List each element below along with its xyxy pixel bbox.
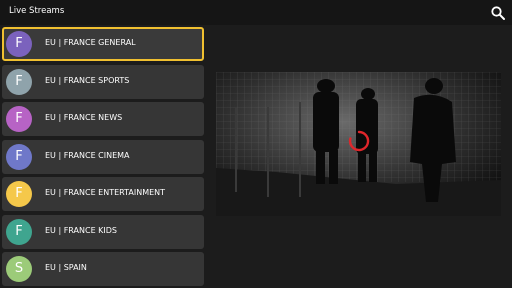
- channel-name: EU | FRANCE KIDS: [45, 226, 118, 235]
- video-player[interactable]: [216, 72, 501, 216]
- loading-spinner-icon: [348, 130, 370, 152]
- channel-name: EU | FRANCE GENERAL: [45, 38, 136, 47]
- channel-item[interactable]: F EU | FRANCE KIDS: [2, 215, 204, 249]
- channel-avatar: S: [6, 255, 32, 282]
- channel-item[interactable]: F EU | FRANCE NEWS: [2, 102, 204, 136]
- channel-item[interactable]: S EU | SPAIN: [2, 252, 204, 286]
- channel-avatar: F: [6, 218, 32, 245]
- channel-name: EU | FRANCE SPORTS: [45, 76, 130, 85]
- channel-item[interactable]: F EU | FRANCE ENTERTAINMENT: [2, 177, 204, 211]
- channel-avatar: F: [6, 30, 32, 57]
- channel-name: EU | FRANCE ENTERTAINMENT: [45, 188, 166, 197]
- channel-item[interactable]: F EU | FRANCE GENERAL: [2, 27, 204, 61]
- channel-item[interactable]: F EU | FRANCE SPORTS: [2, 65, 204, 99]
- channel-avatar: F: [6, 68, 32, 95]
- app-header: Live Streams: [0, 0, 512, 25]
- channel-name: EU | SPAIN: [45, 263, 87, 272]
- channel-name: EU | FRANCE NEWS: [45, 113, 123, 122]
- channel-item[interactable]: F EU | FRANCE CINEMA: [2, 140, 204, 174]
- channel-avatar: F: [6, 105, 32, 132]
- channel-avatar: F: [6, 143, 32, 170]
- channel-avatar: F: [6, 180, 32, 207]
- page-title: Live Streams: [9, 6, 65, 16]
- channel-name: EU | FRANCE CINEMA: [45, 151, 130, 160]
- search-icon[interactable]: [490, 5, 506, 21]
- channel-list: F EU | FRANCE GENERAL F EU | FRANCE SPOR…: [0, 25, 206, 288]
